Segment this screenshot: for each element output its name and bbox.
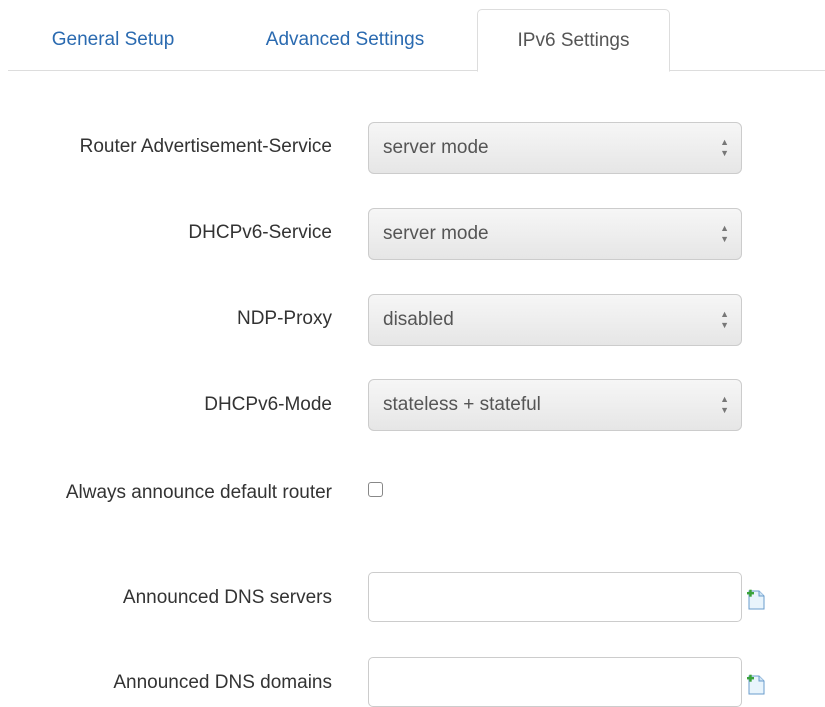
select-arrows-icon: ▲ ▼ <box>720 223 729 244</box>
tab-ipv6-settings[interactable]: IPv6 Settings <box>477 9 670 72</box>
dhcpv6-service-select[interactable]: server mode ▲ ▼ <box>368 208 742 260</box>
ra-service-select[interactable]: server mode ▲ ▼ <box>368 122 742 174</box>
ra-service-value: server mode <box>383 137 489 158</box>
add-entry-icon[interactable] <box>745 674 767 696</box>
select-arrows-icon: ▲ ▼ <box>720 137 729 158</box>
dns-servers-input[interactable] <box>368 572 742 622</box>
dhcpv6-service-value: server mode <box>383 223 489 244</box>
tab-bar: General Setup Advanced Settings IPv6 Set… <box>8 0 825 72</box>
dhcpv6-mode-label: DHCPv6-Mode <box>204 394 332 415</box>
dns-domains-input[interactable] <box>368 657 742 707</box>
dns-servers-label: Announced DNS servers <box>122 587 332 608</box>
dhcpv6-mode-select[interactable]: stateless + stateful ▲ ▼ <box>368 379 742 431</box>
ndp-proxy-label: NDP-Proxy <box>236 308 332 329</box>
select-arrows-icon: ▲ ▼ <box>720 394 729 415</box>
tab-general-setup[interactable]: General Setup <box>30 9 196 71</box>
dns-domains-label: Announced DNS domains <box>113 672 332 693</box>
ra-service-label: Router Advertisement-Service <box>79 136 332 157</box>
dhcpv6-mode-value: stateless + stateful <box>383 394 541 415</box>
default-router-checkbox[interactable] <box>368 482 383 497</box>
default-router-label: Always announce default router <box>65 482 332 503</box>
ndp-proxy-value: disabled <box>383 309 454 330</box>
select-arrows-icon: ▲ ▼ <box>720 309 729 330</box>
tab-advanced-settings[interactable]: Advanced Settings <box>236 9 454 71</box>
ndp-proxy-select[interactable]: disabled ▲ ▼ <box>368 294 742 346</box>
dhcpv6-service-label: DHCPv6-Service <box>188 222 332 243</box>
add-entry-icon[interactable] <box>745 589 767 611</box>
